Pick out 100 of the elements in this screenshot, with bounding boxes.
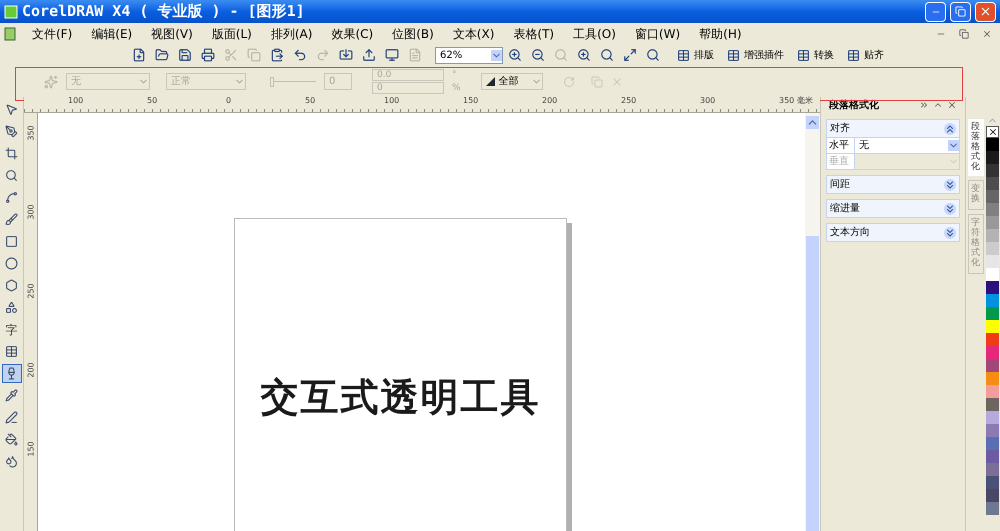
color-swatch[interactable]: [986, 359, 999, 372]
color-swatch[interactable]: [986, 411, 999, 424]
window-title: CorelDRAW X4 ( 专业版 ) - [图形1]: [22, 1, 305, 22]
expand-icon: [944, 202, 956, 214]
restore-doc-icon[interactable]: [959, 28, 969, 38]
expand-icon: [944, 226, 956, 238]
ruler-label: 200: [542, 97, 558, 105]
grid-icon: [727, 48, 740, 62]
opacity-slider[interactable]: [270, 76, 316, 86]
section-header[interactable]: 缩进量: [827, 200, 959, 217]
app-icon: [4, 4, 18, 18]
section-header[interactable]: 对齐: [827, 120, 959, 137]
color-swatch[interactable]: [986, 242, 999, 255]
expand-icon[interactable]: [919, 100, 929, 110]
color-swatch[interactable]: [986, 320, 999, 333]
target-dropdown[interactable]: 全部: [480, 73, 543, 90]
menu-item[interactable]: 窗口(W): [632, 24, 684, 42]
menu-item[interactable]: 文本(X): [450, 24, 498, 42]
menu-item[interactable]: 编辑(E): [88, 24, 136, 42]
ruler-label: 100: [68, 97, 84, 105]
grid-icon: [677, 48, 690, 62]
table-icon: [5, 345, 18, 358]
grid-icon: [847, 48, 860, 62]
droplets-icon: [5, 455, 18, 468]
color-swatch[interactable]: [986, 294, 999, 307]
ruler-label: 350: [779, 97, 794, 105]
ruler-label: 50: [305, 97, 316, 105]
toolbar-text-button[interactable]: 贴齐: [847, 48, 884, 62]
page-text: 交互式透明工具: [260, 374, 540, 421]
scroll-up-icon[interactable]: [806, 116, 819, 129]
docker-tab[interactable]: 段落格式化: [968, 119, 984, 176]
color-swatch[interactable]: [986, 385, 999, 398]
row-dropdown[interactable]: 无: [855, 138, 959, 153]
ruler-label: 350: [28, 125, 36, 141]
ruler-label: 300: [28, 204, 36, 220]
row-dropdown[interactable]: [855, 154, 959, 169]
toolbar-text-button[interactable]: 增强插件: [727, 48, 784, 62]
color-swatch[interactable]: [986, 255, 999, 268]
color-swatch[interactable]: [986, 203, 999, 216]
toolbar-text-button[interactable]: 转换: [797, 48, 834, 62]
ruler-label: 300: [700, 97, 716, 105]
ruler-label: 200: [28, 362, 36, 378]
color-swatch[interactable]: [986, 164, 999, 177]
color-swatch[interactable]: [986, 502, 999, 515]
color-swatch[interactable]: [986, 476, 999, 489]
menu-item[interactable]: 文件(F): [29, 24, 76, 42]
section-header[interactable]: 间距: [827, 176, 959, 193]
toolbar-text-button[interactable]: 排版: [677, 48, 714, 62]
ruler-label: 150: [28, 441, 36, 457]
color-swatch[interactable]: [986, 450, 999, 463]
color-swatch[interactable]: [986, 346, 999, 359]
menu-item[interactable]: 帮助(H): [696, 24, 745, 42]
crop-icon: [5, 147, 18, 160]
restore-button[interactable]: [950, 2, 971, 22]
color-swatch[interactable]: [986, 177, 999, 190]
section-header[interactable]: 文本方向: [827, 224, 959, 241]
menu-item[interactable]: 版面(L): [208, 24, 255, 42]
minimize-button[interactable]: [925, 2, 946, 22]
close-icon[interactable]: [947, 100, 957, 110]
color-swatch[interactable]: [986, 190, 999, 203]
scroll-thumb[interactable]: [806, 236, 819, 531]
grid-icon: [797, 48, 810, 62]
menu-item[interactable]: 工具(O): [570, 24, 619, 42]
color-swatch[interactable]: [986, 268, 999, 281]
color-swatch[interactable]: [986, 398, 999, 411]
color-swatch[interactable]: [986, 307, 999, 320]
text-tool[interactable]: 字: [2, 320, 22, 339]
ruler-unit: 毫米: [797, 97, 813, 105]
gradient-triangle-icon: [486, 77, 495, 86]
color-swatch[interactable]: [986, 372, 999, 385]
color-swatch[interactable]: [986, 424, 999, 437]
color-swatch[interactable]: [986, 229, 999, 242]
color-swatch[interactable]: [986, 281, 999, 294]
color-swatch[interactable]: [986, 138, 999, 151]
menu-item[interactable]: 视图(V): [148, 24, 196, 42]
color-swatch[interactable]: [986, 216, 999, 229]
close-button[interactable]: [975, 2, 996, 22]
zoom-dropdown[interactable]: 62%: [435, 46, 503, 64]
menu-item[interactable]: 效果(C): [328, 24, 376, 42]
collapse-icon: [944, 122, 956, 134]
vertical-scrollbar[interactable]: [805, 113, 820, 531]
color-swatch[interactable]: [986, 463, 999, 476]
cross-icon: [988, 127, 998, 137]
ruler-label: 50: [147, 97, 158, 105]
ruler-label: 150: [463, 97, 478, 105]
restore-icon: [955, 6, 966, 17]
color-swatch[interactable]: [986, 333, 999, 346]
ellipse-icon: [5, 257, 18, 270]
no-color-swatch[interactable]: [986, 126, 999, 138]
menu-item[interactable]: 排列(A): [268, 24, 316, 42]
menu-item[interactable]: 表格(T): [510, 24, 558, 42]
menu-item[interactable]: 位图(B): [389, 24, 437, 42]
expand-icon: [944, 178, 956, 190]
glass-tool[interactable]: [2, 364, 22, 383]
close-doc-icon[interactable]: [982, 28, 992, 38]
brush-icon: [5, 213, 18, 226]
color-swatch[interactable]: [986, 151, 999, 164]
color-swatch[interactable]: [986, 437, 999, 450]
color-swatch[interactable]: [986, 489, 999, 502]
document-icon: [4, 26, 16, 40]
